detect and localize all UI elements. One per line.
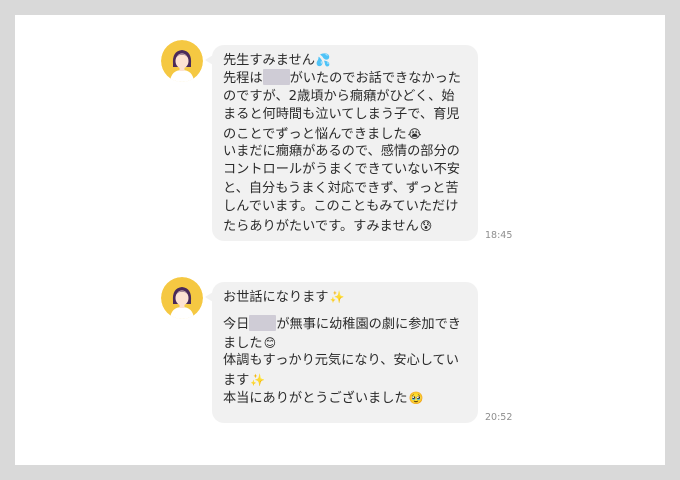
message-line: お世話になります✨ [223,290,345,305]
message-line: と、自分もうまく対応できず、ずっと苦 [223,180,459,196]
message-line: ます✨ [223,372,266,388]
chat-panel: 先生すみません💦 先程は がいたのでお話できなかった のですが、2歳頃から癇癪がひ… [15,15,665,465]
message-bubble: お世話になります✨ 今日 が無事に幼稚園の劇に参加でき ました😊 体調もすっかり元… [205,282,478,423]
sender-avatar[interactable] [161,40,203,82]
anxious-face-icon: 😰 [419,218,433,233]
sweat-droplets-icon: 💦 [315,53,331,67]
message-bubble: 先生すみません💦 先程は がいたのでお話できなかった のですが、2歳頃から癇癪がひ… [205,45,478,241]
message-line: コントロールがうまくできていない不安 [223,162,460,178]
crying-face-icon: 😭 [407,126,422,141]
message-line: 先生すみません💦 [223,53,331,68]
message-line: 先程は がいたのでお話できなかった [223,69,461,87]
sparkles-icon: ✨ [329,290,345,304]
message-line: 本当にありがとうございました🥹 [223,390,424,406]
message-line: のことでずっと悩んできました😭 [223,126,422,142]
message-line: いまだに癇癪があるので、感情の部分の [223,143,460,159]
smiling-face-icon: 😊 [263,335,277,350]
message-line: まると何時間も泣いてしまう子で、育児 [223,107,460,123]
message-line: ました😊 [223,335,277,351]
message-line: しんでいます。このこともみていただけ [223,199,459,215]
message-timestamp: 18:45 [485,230,513,241]
sparkles-icon: ✨ [250,372,266,387]
grateful-face-icon: 🥹 [408,390,424,405]
redacted-name [262,69,290,86]
sender-avatar[interactable] [161,277,203,319]
message-line: たらありがたいです。すみません😰 [223,218,433,234]
redacted-name [249,315,277,332]
message-timestamp: 20:52 [485,412,513,423]
message-line: のですが、2歳頃から癇癪がひどく、始 [223,88,455,104]
message-line: 体調もすっかり元気になり、安心してい [223,353,459,369]
message-line: 今日 が無事に幼稚園の劇に参加でき [223,315,461,333]
